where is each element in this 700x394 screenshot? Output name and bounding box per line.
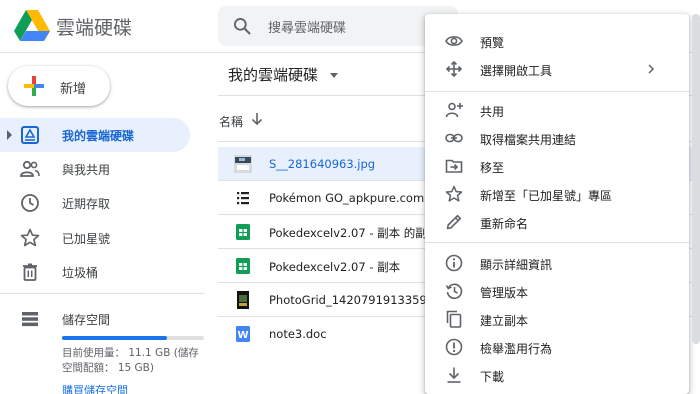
sidebar-item-label: 垃圾桶 <box>62 266 99 280</box>
plus-icon <box>24 76 44 96</box>
report-icon <box>445 338 463 356</box>
shared-people-icon <box>20 160 40 177</box>
sidebar-item-label: 與我共用 <box>62 163 111 177</box>
download-icon <box>447 367 461 383</box>
sidebar-item-trash[interactable]: 垃圾桶 <box>0 255 190 289</box>
menu-item-download[interactable]: 下載 <box>425 362 689 388</box>
sidebar-item-starred[interactable]: 已加星號 <box>0 221 190 255</box>
my-drive-icon <box>21 126 39 144</box>
copy-icon <box>446 310 462 328</box>
menu-item-share[interactable]: 共用 <box>425 97 689 123</box>
sidebar-divider <box>0 293 205 294</box>
file-name: S__281640963.jpg <box>269 157 376 171</box>
new-button[interactable]: 新增 <box>8 66 110 106</box>
sidebar-item-shared[interactable]: 與我共用 <box>0 152 190 186</box>
menu-divider <box>425 242 689 243</box>
chevron-down-icon[interactable] <box>330 73 338 78</box>
google-sheets-icon <box>236 224 250 240</box>
google-sheets-icon <box>236 258 250 274</box>
sort-down-arrow-icon[interactable] <box>251 112 263 126</box>
menu-item-open-with[interactable]: 選擇開啟工具 <box>425 56 689 82</box>
menu-item-label: 移至 <box>480 161 505 175</box>
pencil-icon <box>446 214 462 230</box>
google-drive-logo <box>14 10 50 41</box>
sidebar-item-label: 已加星號 <box>62 232 111 246</box>
menu-item-make-copy[interactable]: 建立副本 <box>425 306 689 332</box>
file-name: Pokedexcelv2.07 - 副本 <box>269 260 401 274</box>
search-input[interactable]: 搜尋雲端硬碟 <box>268 17 346 36</box>
menu-item-report-abuse[interactable]: 檢舉濫用行為 <box>425 334 689 360</box>
trash-icon <box>23 263 37 281</box>
expand-caret-icon[interactable] <box>7 130 12 140</box>
menu-item-move-to[interactable]: 移至 <box>425 153 689 179</box>
menu-item-details[interactable]: 顯示詳細資訊 <box>425 250 689 276</box>
storage-icon <box>22 312 38 327</box>
storage-usage-bar <box>62 336 204 340</box>
app-name: 雲端硬碟 <box>56 17 133 39</box>
image-file-thumbnail-icon <box>234 155 252 173</box>
svg-text:W: W <box>237 330 248 341</box>
menu-item-label: 檢舉濫用行為 <box>480 342 553 356</box>
page-title[interactable]: 我的雲端硬碟 <box>228 64 318 85</box>
sidebar-item-recent[interactable]: 近期存取 <box>0 186 190 220</box>
list-file-icon <box>237 192 249 205</box>
menu-item-manage-versions[interactable]: 管理版本 <box>425 278 689 304</box>
sidebar-item-label: 儲存空間 <box>62 313 111 327</box>
person-add-icon <box>445 102 463 118</box>
menu-item-label: 顯示詳細資訊 <box>480 258 553 272</box>
link-icon <box>445 133 463 143</box>
photo-thumbnail-icon <box>237 291 249 309</box>
column-header-name[interactable]: 名稱 <box>219 113 243 130</box>
storage-usage-text: 目前使用量： 11.1 GB (儲存空間配額： 15 GB) <box>62 347 199 374</box>
menu-divider <box>425 91 689 92</box>
menu-item-label: 新增至「已加星號」專區 <box>480 189 613 203</box>
eye-icon <box>445 36 463 46</box>
sidebar-item-my-drive[interactable]: 我的雲端硬碟 <box>0 118 190 152</box>
sidebar-item-storage[interactable]: 儲存空間 <box>0 302 190 336</box>
file-name: PhotoGrid_1420791913359.jpg <box>269 293 449 307</box>
menu-item-label: 重新命名 <box>480 217 529 231</box>
history-icon <box>445 283 463 300</box>
scrollbar[interactable] <box>692 14 700 344</box>
menu-item-get-link[interactable]: 取得檔案共用連結 <box>425 125 689 151</box>
menu-item-add-star[interactable]: 新增至「已加星號」專區 <box>425 181 689 207</box>
chevron-right-icon <box>648 64 655 74</box>
open-with-icon <box>445 60 463 78</box>
menu-item-preview[interactable]: 預覽 <box>425 28 689 54</box>
menu-item-label: 下載 <box>480 370 505 384</box>
search-bar[interactable]: 搜尋雲端硬碟 <box>218 6 458 46</box>
menu-item-label: 預覽 <box>480 36 505 50</box>
star-icon <box>445 185 463 202</box>
buy-storage-link[interactable]: 購買儲存空間 <box>62 382 128 394</box>
file-name: Pokedexcelv2.07 - 副本 的副本 <box>269 226 439 240</box>
menu-item-label: 管理版本 <box>480 286 529 300</box>
star-icon <box>20 228 40 247</box>
menu-item-label: 選擇開啟工具 <box>480 64 553 78</box>
menu-item-rename[interactable]: 重新命名 <box>425 209 689 235</box>
context-menu: 預覽 選擇開啟工具 共用 取得檔案共用連結 移至 新增至「已加星號」專區 重新命… <box>425 14 689 394</box>
clock-icon <box>21 194 39 212</box>
file-name: note3.doc <box>269 327 327 341</box>
move-to-icon <box>445 159 463 173</box>
sidebar-item-label: 我的雲端硬碟 <box>62 129 135 143</box>
menu-item-label: 共用 <box>480 105 505 119</box>
storage-usage-fill <box>62 336 168 340</box>
menu-item-label: 建立副本 <box>480 314 529 328</box>
menu-item-label: 取得檔案共用連結 <box>480 133 577 147</box>
search-icon[interactable] <box>232 16 252 36</box>
sidebar-item-label: 近期存取 <box>62 197 111 211</box>
word-doc-icon: W <box>236 326 250 342</box>
info-icon <box>445 254 463 272</box>
new-button-label: 新增 <box>60 82 87 97</box>
